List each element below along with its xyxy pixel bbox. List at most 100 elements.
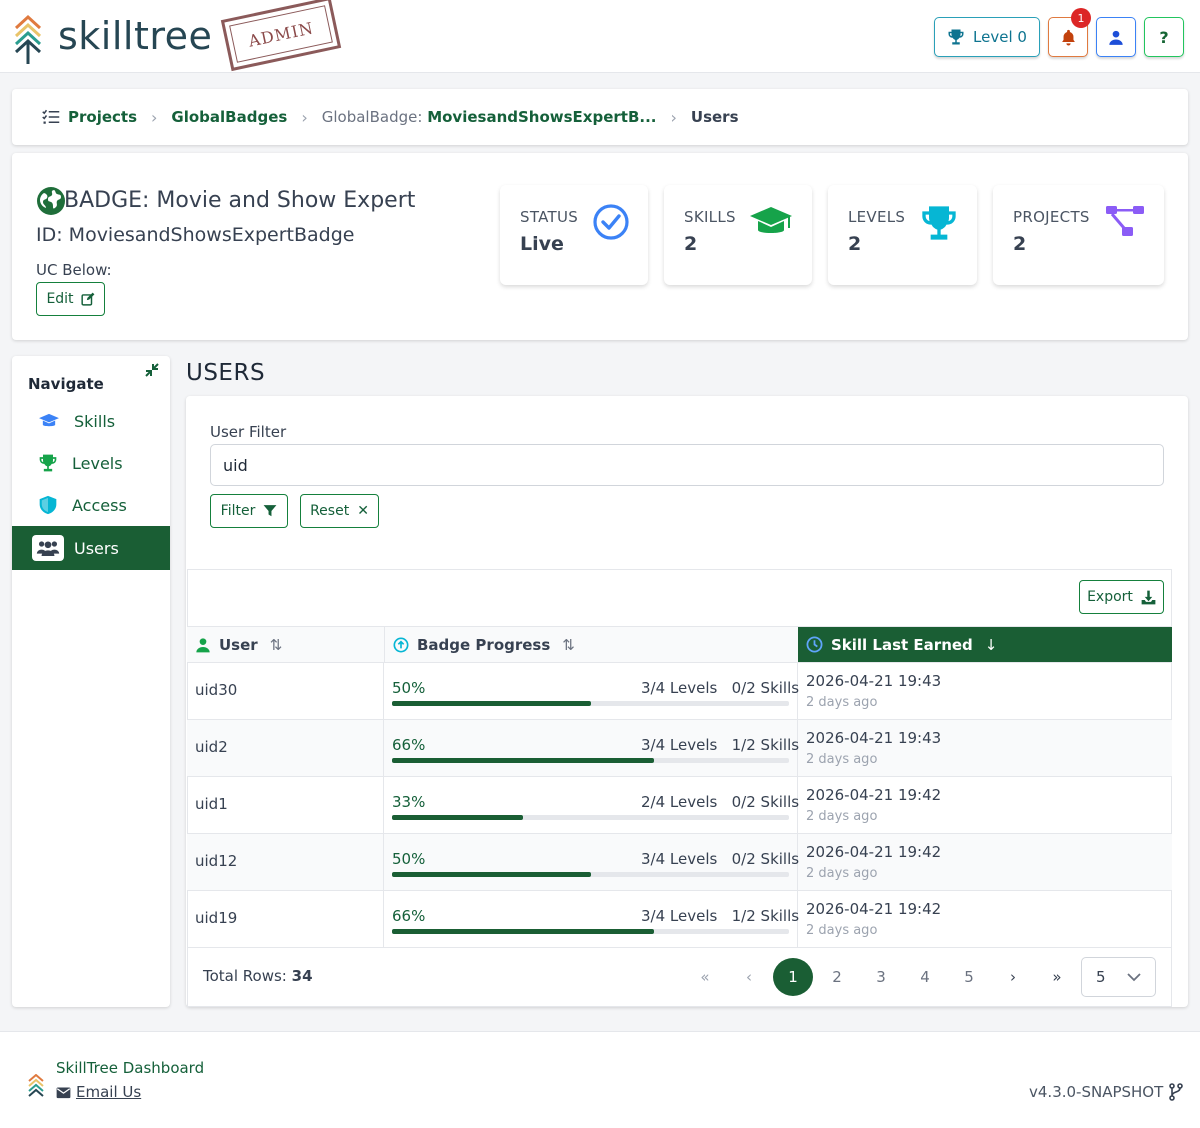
page-button-1[interactable]: 1 <box>773 958 813 996</box>
stat-projects-label: PROJECTS <box>1013 208 1090 226</box>
stat-levels-value: 2 <box>848 233 862 255</box>
user-id-cell[interactable]: uid12 <box>195 852 237 870</box>
user-menu-button[interactable] <box>1096 17 1136 57</box>
progress-bar-fill <box>392 701 591 706</box>
globe-icon <box>37 187 65 215</box>
user-id-cell[interactable]: uid2 <box>195 738 228 756</box>
logo-text[interactable]: skilltree <box>58 14 212 58</box>
edit-badge-button[interactable]: Edit <box>36 282 105 316</box>
page-button-2[interactable]: 2 <box>817 958 857 996</box>
skilltree-logo-icon[interactable] <box>14 14 42 64</box>
close-icon: ✕ <box>357 503 369 519</box>
last-earned-date: 2026-04-21 19:42 <box>806 786 942 804</box>
footer-email-label: Email Us <box>76 1083 142 1101</box>
column-divider <box>383 720 384 776</box>
stat-projects-value: 2 <box>1013 233 1027 255</box>
column-header-skill-last-earned[interactable]: Skill Last Earned ↓ <box>798 626 1172 663</box>
breadcrumb-projects[interactable]: Projects <box>68 108 137 126</box>
last-earned-date: 2026-04-21 19:43 <box>806 729 942 747</box>
stat-card-levels: LEVELS 2 <box>828 185 977 285</box>
progress-bar <box>392 758 789 763</box>
footer-dashboard-name: SkillTree Dashboard <box>56 1059 205 1077</box>
progress-percent: 66% <box>392 907 426 925</box>
nav-item-label: Skills <box>74 411 116 431</box>
first-page-button[interactable]: « <box>685 958 725 996</box>
skills-count: 1/2 Skills <box>731 736 800 754</box>
progress-bar <box>392 872 789 877</box>
skills-count: 0/2 Skills <box>731 793 800 811</box>
sort-icon: ⇅ <box>562 635 575 654</box>
last-earned-date: 2026-04-21 19:42 <box>806 843 942 861</box>
last-earned-date: 2026-04-21 19:43 <box>806 672 942 690</box>
uc-below-label: UC Below: <box>36 261 112 279</box>
breadcrumb-current: Users <box>690 108 739 126</box>
user-filter-label: User Filter <box>210 423 287 441</box>
filter-button[interactable]: Filter <box>210 494 288 528</box>
stat-card-skills: SKILLS 2 <box>664 185 812 285</box>
next-page-button[interactable]: › <box>993 958 1033 996</box>
level-button[interactable]: Level 0 <box>934 17 1040 57</box>
previous-page-button[interactable]: ‹ <box>729 958 769 996</box>
user-id-cell[interactable]: uid1 <box>195 795 228 813</box>
total-rows-label: Total Rows: <box>203 967 287 985</box>
column-divider <box>383 834 384 890</box>
stat-status-label: STATUS <box>520 208 579 226</box>
nav-item-label: Access <box>72 495 127 515</box>
footer-version-label: v4.3.0-SNAPSHOT <box>1029 1083 1164 1101</box>
edit-label: Edit <box>46 291 74 307</box>
user-id-cell[interactable]: uid19 <box>195 909 237 927</box>
nav-item-users[interactable]: Users <box>12 526 170 570</box>
last-earned-date: 2026-04-21 19:42 <box>806 900 942 918</box>
table-row: uid12 50% 3/4 Levels 0/2 Skills 2026-04-21 … <box>187 834 1172 891</box>
progress-counts: 3/4 Levels 1/2 Skills <box>641 736 799 754</box>
nav-item-skills[interactable]: Skills <box>12 399 170 443</box>
table-row: uid1 33% 2/4 Levels 0/2 Skills 2026-04-21 1… <box>187 777 1172 834</box>
badge-title: BADGE: Movie and Show Expert <box>64 188 416 213</box>
last-page-button[interactable]: » <box>1037 958 1077 996</box>
export-button[interactable]: Export <box>1079 580 1164 614</box>
nav-item-label: Levels <box>72 453 123 473</box>
admin-stamp-text: ADMIN <box>246 17 316 51</box>
help-button[interactable]: ? <box>1144 17 1184 57</box>
trophy-icon <box>39 454 57 472</box>
nav-item-access[interactable]: Access <box>12 483 170 527</box>
levels-count: 2/4 Levels <box>641 793 718 811</box>
total-rows-value: 34 <box>291 967 313 985</box>
sort-icon: ⇅ <box>269 635 283 654</box>
footer-version: v4.3.0-SNAPSHOT <box>1029 1083 1184 1101</box>
breadcrumb-global-badges[interactable]: GlobalBadges <box>171 108 287 126</box>
user-filter-input[interactable] <box>210 444 1164 486</box>
chevron-right-icon: › <box>670 107 677 127</box>
stat-skills-value: 2 <box>684 233 698 255</box>
collapse-icon[interactable] <box>145 363 159 377</box>
user-id-cell[interactable]: uid30 <box>195 681 237 699</box>
table-row: uid30 50% 3/4 Levels 0/2 Skills 2026-04-21 … <box>187 663 1172 720</box>
trophy-icon <box>922 206 956 240</box>
edit-icon <box>81 292 94 306</box>
footer-email-link[interactable]: Email Us <box>56 1083 141 1101</box>
shield-icon <box>39 495 57 515</box>
download-icon <box>1141 590 1156 604</box>
page-button-4[interactable]: 4 <box>905 958 945 996</box>
reset-button[interactable]: Reset ✕ <box>300 494 379 528</box>
page-button-3[interactable]: 3 <box>861 958 901 996</box>
page-size-select[interactable]: 5 <box>1081 957 1156 997</box>
column-last-earned-label: Skill Last Earned <box>831 635 973 654</box>
page-button-5[interactable]: 5 <box>949 958 989 996</box>
column-header-user[interactable]: User ⇅ <box>187 626 384 663</box>
progress-counts: 2/4 Levels 0/2 Skills <box>641 793 799 811</box>
levels-count: 3/4 Levels <box>641 850 718 868</box>
notification-count-badge: 1 <box>1071 8 1091 28</box>
breadcrumb-global-badge[interactable]: MoviesandShowsExpertB... <box>427 108 656 126</box>
user-icon <box>196 637 210 652</box>
skills-count: 0/2 Skills <box>731 850 800 868</box>
stat-card-status: STATUS Live <box>500 185 648 285</box>
column-header-badge-progress[interactable]: Badge Progress ⇅ <box>384 626 798 663</box>
nav-item-levels[interactable]: Levels <box>12 441 170 485</box>
level-label: Level 0 <box>973 28 1027 46</box>
progress-bar-fill <box>392 758 655 763</box>
table-row: uid2 66% 3/4 Levels 1/2 Skills 2026-04-21 1… <box>187 720 1172 777</box>
stat-levels-label: LEVELS <box>848 208 906 226</box>
column-progress-label: Badge Progress <box>417 635 551 654</box>
column-divider <box>383 663 384 719</box>
